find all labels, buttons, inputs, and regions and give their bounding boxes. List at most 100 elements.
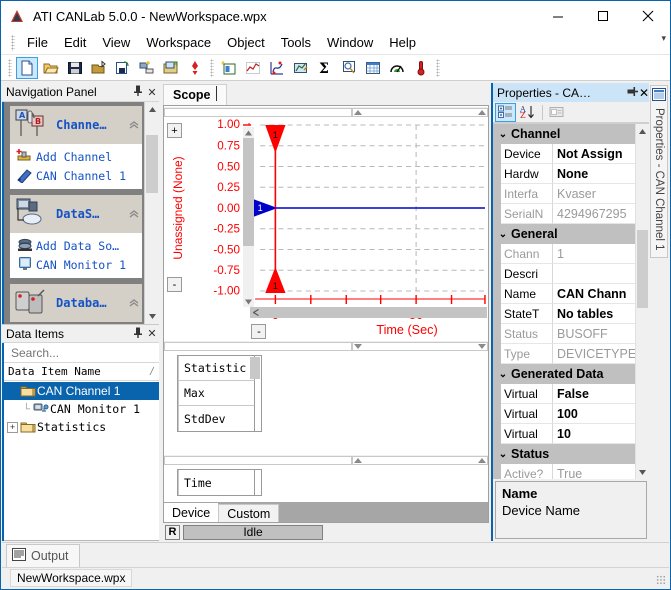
- scrollbar-track[interactable]: [636, 138, 649, 465]
- property-row-name[interactable]: Name CAN Chann: [493, 284, 635, 304]
- scroll-up-arrow-icon[interactable]: [145, 102, 159, 117]
- toolbar-grip-3[interactable]: [436, 58, 440, 77]
- splitter-left-handle[interactable]: [164, 107, 352, 117]
- property-row-status[interactable]: Status BUSOFF: [493, 324, 635, 344]
- open-workspace-icon[interactable]: [88, 57, 110, 79]
- horizontal-scrollbar-lower[interactable]: [351, 455, 488, 465]
- import-icon[interactable]: [160, 57, 182, 79]
- splitter-left-handle[interactable]: [164, 341, 352, 351]
- grid-header-cell[interactable]: Statistic: [178, 356, 255, 381]
- statistics-grid[interactable]: Statistic Max StdDev: [177, 355, 262, 432]
- scroll-up-arrow-icon-2[interactable]: [478, 457, 486, 463]
- close-button[interactable]: [625, 1, 670, 31]
- navigation-panel-close-icon[interactable]: ✕: [145, 86, 159, 99]
- property-value[interactable]: 10: [553, 424, 635, 444]
- tree-item-can-channel-1[interactable]: CAN Channel 1: [4, 382, 159, 400]
- property-value[interactable]: None: [553, 164, 635, 184]
- tab-device[interactable]: Device: [164, 503, 219, 522]
- property-value[interactable]: False: [553, 384, 635, 404]
- alphabetical-sort-icon[interactable]: AZ: [517, 103, 538, 122]
- property-pages-icon[interactable]: [546, 103, 567, 122]
- tree-item-can-monitor-1[interactable]: └ CAN Monitor 1: [4, 400, 159, 418]
- nav-item-can-channel-1[interactable]: CAN Channel 1: [10, 166, 142, 185]
- nav-item-add-channel[interactable]: Add Channel: [10, 147, 142, 166]
- scroll-up-arrow-icon-2[interactable]: [478, 109, 486, 115]
- splitter-left-handle[interactable]: [164, 455, 352, 465]
- property-row-interface[interactable]: Interfa Kvaser: [493, 184, 635, 204]
- zoom-in-button[interactable]: +: [167, 123, 182, 138]
- chart-horizontal-scrollbar[interactable]: [249, 307, 487, 318]
- sort-indicator-icon[interactable]: /: [149, 366, 155, 377]
- toolbar-grip-2[interactable]: [210, 58, 214, 77]
- property-category-general[interactable]: ⌄ General: [493, 224, 635, 244]
- property-row-serial-number[interactable]: SerialN 4294967295: [493, 204, 635, 224]
- search-input[interactable]: [9, 344, 159, 361]
- scrollbar-thumb[interactable]: [243, 138, 255, 246]
- horizontal-scrollbar-top[interactable]: [351, 107, 488, 117]
- properties-panel-close-icon[interactable]: ✕: [639, 86, 649, 100]
- scroll-down-arrow-icon-2[interactable]: [478, 343, 486, 349]
- property-row-device[interactable]: Device Not Assign: [493, 144, 635, 164]
- scope-icon[interactable]: [266, 57, 288, 79]
- new-document-icon[interactable]: [16, 56, 38, 79]
- scroll-up-arrow-icon[interactable]: [353, 457, 362, 463]
- menu-overflow-chevron-icon[interactable]: ▾: [661, 34, 666, 43]
- chart-icon[interactable]: [242, 57, 264, 79]
- sigma-icon[interactable]: Σ: [314, 57, 336, 79]
- grid-cell[interactable]: StdDev: [178, 406, 255, 431]
- property-category-generated-data[interactable]: ⌄ Generated Data: [493, 364, 635, 384]
- tree-item-statistics[interactable]: + Statistics: [4, 418, 159, 436]
- property-row-description[interactable]: Descri: [493, 264, 635, 284]
- chevron-down-icon[interactable]: ⌄: [495, 449, 511, 460]
- tab-scope[interactable]: Scope: [163, 84, 227, 105]
- property-row-state-tables[interactable]: StateT No tables: [493, 304, 635, 324]
- scroll-down-arrow-icon[interactable]: [145, 309, 159, 324]
- property-category-status[interactable]: ⌄ Status: [493, 444, 635, 464]
- nav-group-header-data-sources[interactable]: DataS…: [10, 195, 142, 233]
- menu-view[interactable]: View: [94, 32, 138, 53]
- scrollbar-thumb[interactable]: [146, 135, 158, 193]
- chevron-down-icon[interactable]: ⌄: [495, 229, 511, 240]
- data-items-close-icon[interactable]: ✕: [145, 327, 159, 340]
- scroll-down-arrow-icon[interactable]: [243, 296, 254, 307]
- scroll-up-arrow-icon[interactable]: [243, 127, 254, 138]
- pin-icon[interactable]: [131, 85, 145, 99]
- scrollbar-track[interactable]: [145, 117, 159, 309]
- collapse-chevron-icon[interactable]: [126, 207, 142, 222]
- menu-workspace[interactable]: Workspace: [138, 32, 219, 53]
- property-row-channel-number[interactable]: Chann 1: [493, 244, 635, 264]
- property-grid-scrollbar[interactable]: [635, 124, 649, 479]
- menu-edit[interactable]: Edit: [56, 32, 94, 53]
- dock-tab-properties[interactable]: Properties - CAN Channel 1: [650, 85, 668, 258]
- thermometer-icon[interactable]: [410, 57, 432, 79]
- menu-object[interactable]: Object: [219, 32, 273, 53]
- grid-scroll-thumb[interactable]: [250, 357, 260, 379]
- grid-icon[interactable]: [362, 57, 384, 79]
- tab-output[interactable]: Output: [6, 544, 80, 567]
- grid-header-cell[interactable]: Time: [178, 470, 255, 495]
- collapse-chevron-icon[interactable]: [126, 118, 142, 133]
- gauge-icon[interactable]: [386, 57, 408, 79]
- property-category-channel[interactable]: ⌄ Channel: [493, 124, 635, 144]
- menu-tools[interactable]: Tools: [273, 32, 319, 53]
- add-device-icon[interactable]: [136, 57, 158, 79]
- scroll-down-arrow-icon[interactable]: [353, 343, 362, 349]
- save-workspace-icon[interactable]: [112, 57, 134, 79]
- pin-icon[interactable]: [131, 327, 145, 341]
- resize-grip[interactable]: [656, 575, 666, 585]
- pin-icon[interactable]: [627, 86, 639, 100]
- nav-item-add-data-source[interactable]: Add Data So…: [10, 236, 142, 255]
- property-row-virtual-2[interactable]: Virtual 100: [493, 404, 635, 424]
- horizontal-scrollbar-mid[interactable]: [351, 341, 488, 351]
- minimize-button[interactable]: [535, 1, 580, 31]
- zoom-reset-button[interactable]: -: [251, 324, 267, 339]
- property-row-hardware[interactable]: Hardw None: [493, 164, 635, 184]
- scroll-left-arrow-icon[interactable]: [251, 308, 262, 317]
- menu-grip[interactable]: [11, 34, 15, 51]
- property-value[interactable]: CAN Chann: [553, 284, 635, 304]
- menu-file[interactable]: File: [19, 32, 56, 53]
- property-row-active[interactable]: Active? True: [493, 464, 635, 479]
- property-row-virtual-1[interactable]: Virtual False: [493, 384, 635, 404]
- scope-mid-splitter[interactable]: [164, 340, 488, 351]
- menu-help[interactable]: Help: [381, 32, 424, 53]
